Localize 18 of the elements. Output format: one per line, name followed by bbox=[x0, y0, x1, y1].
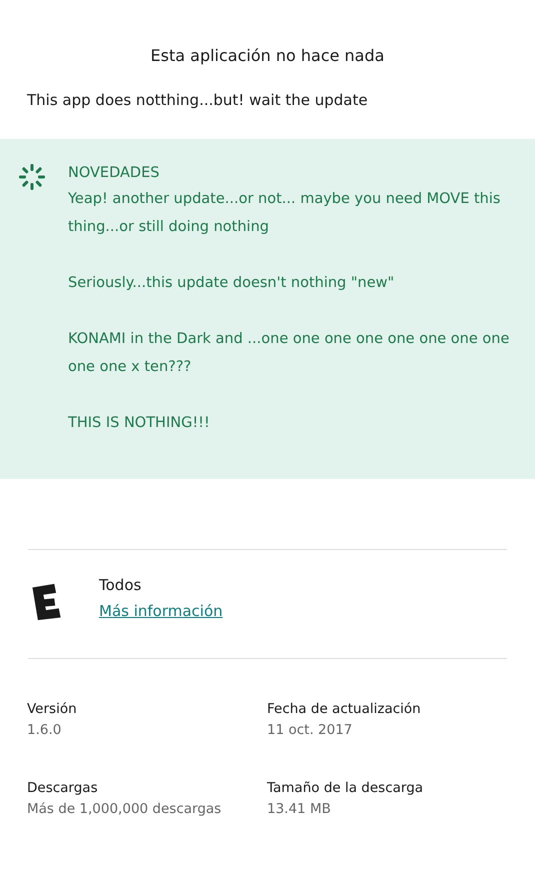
info-label: Tamaño de la descarga bbox=[267, 780, 424, 796]
info-value: 1.6.0 bbox=[27, 722, 62, 738]
rating-label: Todos bbox=[99, 576, 142, 594]
app-description: This app does notthing...but! wait the update bbox=[27, 91, 368, 109]
update-note: Seriously...this update doesn't nothing "new" bbox=[68, 274, 394, 293]
info-label: Descargas bbox=[27, 780, 98, 796]
sparkle-icon bbox=[18, 163, 46, 191]
info-label: Versión bbox=[27, 701, 77, 717]
page-title: Esta aplicación no hace nada bbox=[150, 46, 384, 65]
update-note: Yeap! another update...or not... maybe you need MOVE this thing...or still doing nothing bbox=[68, 190, 502, 237]
info-label: Fecha de actualización bbox=[267, 701, 421, 717]
update-note: KONAMI in the Dark and ...one one one one one one one one one one x ten??? bbox=[68, 330, 510, 377]
more-info-link[interactable]: Más información bbox=[99, 602, 223, 620]
info-value: 11 oct. 2017 bbox=[267, 722, 352, 738]
section-heading: NOVEDADES bbox=[68, 164, 160, 183]
info-value: Más de 1,000,000 descargas bbox=[27, 801, 222, 817]
info-value: 13.41 MB bbox=[267, 801, 331, 817]
update-note: THIS IS NOTHING!!! bbox=[68, 414, 210, 433]
